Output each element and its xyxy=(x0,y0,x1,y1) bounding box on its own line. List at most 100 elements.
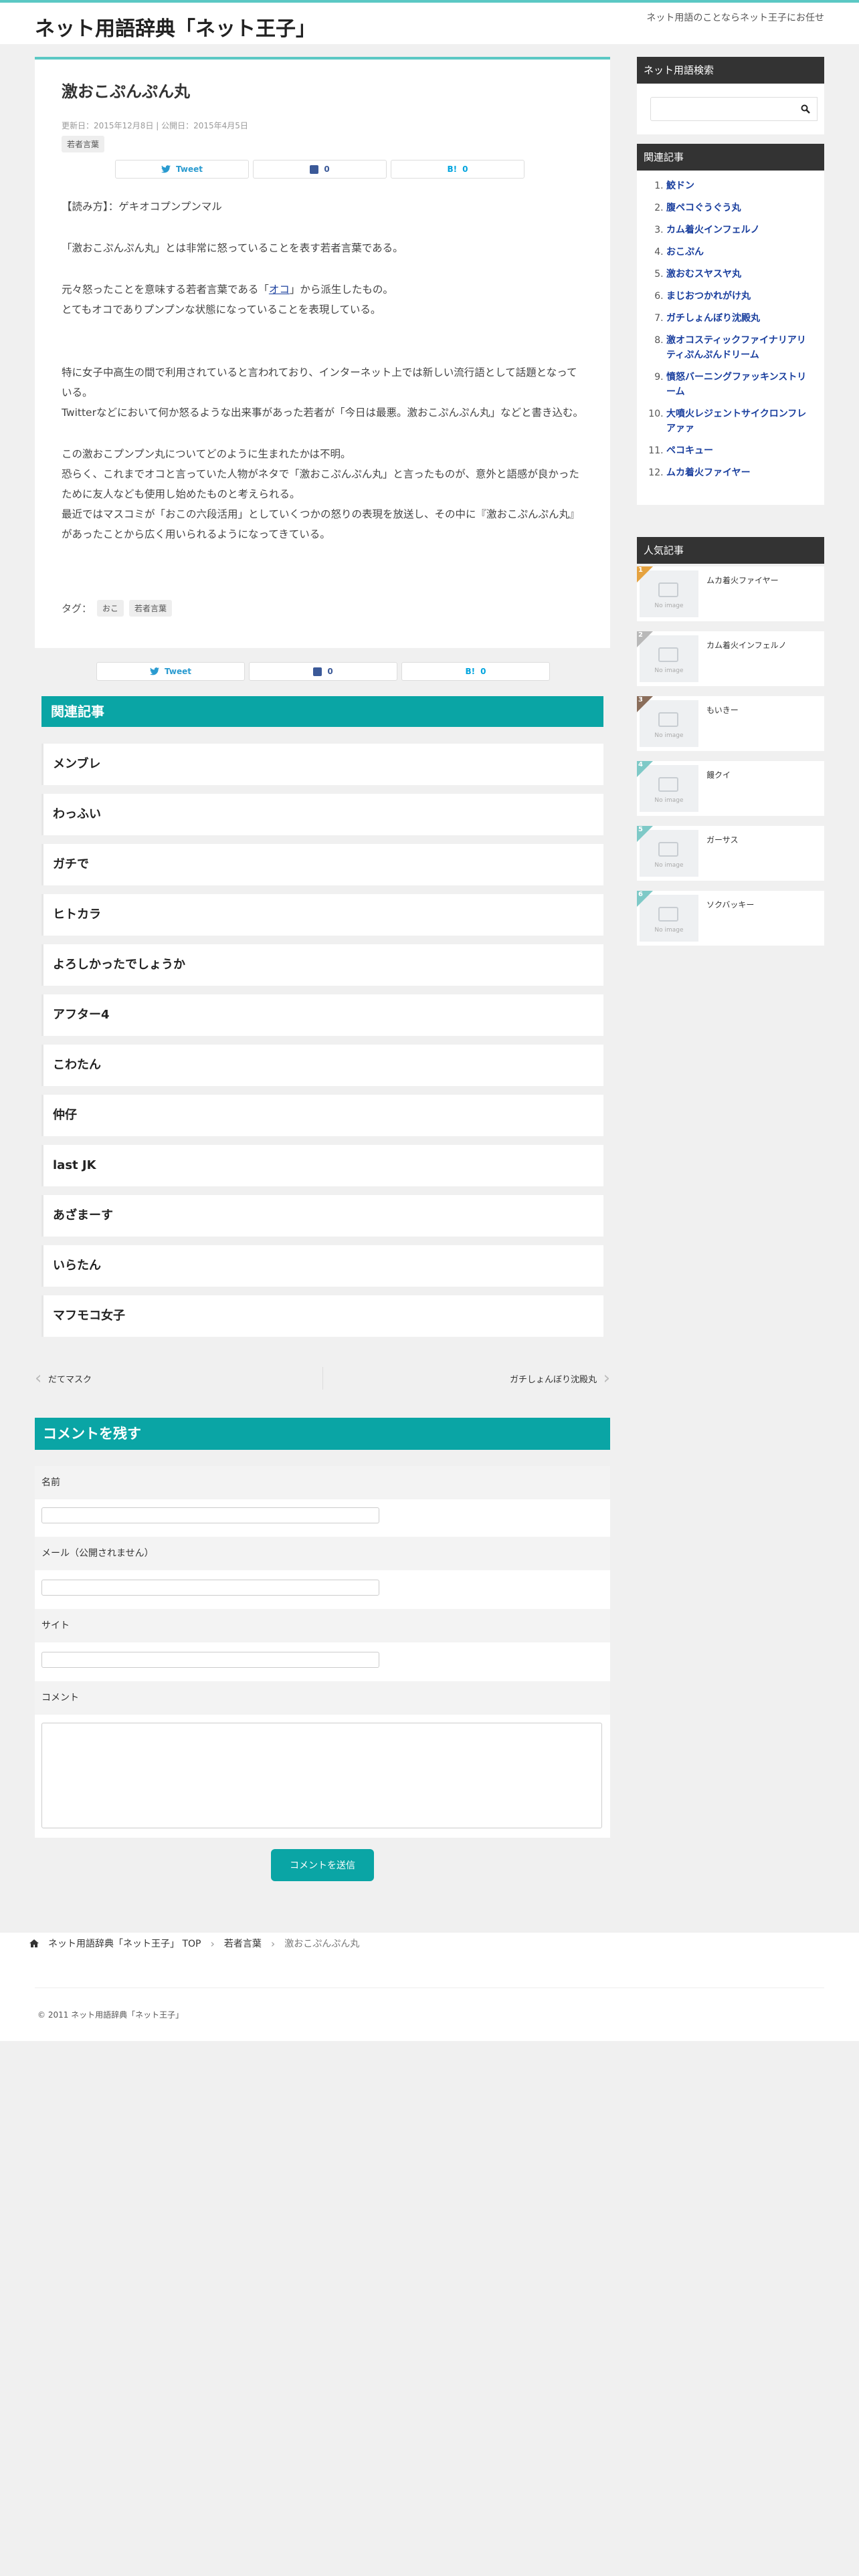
tag-chip[interactable]: 若者言葉 xyxy=(129,600,173,617)
popular-title[interactable]: もいきー xyxy=(706,704,739,716)
keyword-item: ムカ着火ファイヤー xyxy=(666,465,815,480)
keyword-item: 激おむスヤスヤ丸 xyxy=(666,267,815,282)
rank-badge: 1 xyxy=(637,566,653,582)
keyword-link[interactable]: ガチしょんぼり沈殿丸 xyxy=(666,313,760,324)
related-item[interactable]: メンブレ xyxy=(41,744,603,785)
keyword-link[interactable]: 鮫ドン xyxy=(666,181,694,191)
keyword-item: おこぷん xyxy=(666,245,815,259)
keyword-link[interactable]: カム着火インフェルノ xyxy=(666,225,760,235)
submit-comment-button[interactable]: コメントを送信 xyxy=(271,1849,374,1881)
facebook-share-button[interactable]: 0 xyxy=(253,160,387,179)
facebook-count: 0 xyxy=(327,667,333,676)
breadcrumb-category[interactable]: 若者言葉 xyxy=(224,1937,262,1950)
comment-textarea[interactable] xyxy=(41,1723,602,1828)
related-item[interactable]: こわたん xyxy=(41,1045,603,1086)
keyword-link[interactable]: 憤怒バーニングファッキンストリーム xyxy=(666,372,806,397)
keyword-link[interactable]: 激おむスヤスヤ丸 xyxy=(666,269,741,280)
keyword-link[interactable]: まじおつかれがけ丸 xyxy=(666,291,751,302)
popular-heading: 人気記事 xyxy=(637,537,824,564)
facebook-icon xyxy=(310,165,319,174)
popular-item[interactable]: No image 4 饅クイ xyxy=(637,761,824,816)
site-title[interactable]: ネット用語辞典「ネット王子」 xyxy=(35,12,316,41)
popular-item[interactable]: No image 2 カム着火インフェルノ xyxy=(637,631,824,686)
related-item[interactable]: 仲仔 xyxy=(41,1095,603,1136)
next-post-link[interactable]: ガチしょんぼり沈殿丸 xyxy=(510,1372,597,1385)
breadcrumb-home[interactable]: ネット用語辞典「ネット王子」 TOP xyxy=(48,1937,201,1950)
paragraph: 【読み方】：ゲキオコプンプンマル xyxy=(62,201,222,213)
prev-post-link[interactable]: だてマスク xyxy=(48,1372,92,1385)
keyword-item: 憤怒バーニングファッキンストリーム xyxy=(666,370,815,399)
oko-link[interactable]: オコ xyxy=(269,284,290,296)
related-item[interactable]: あざまーす xyxy=(41,1195,603,1237)
popular-title[interactable]: カム着火インフェルノ xyxy=(706,639,787,651)
hatena-count: 0 xyxy=(480,667,486,676)
popular-item[interactable]: No image 5 ガーサス xyxy=(637,826,824,881)
image-icon xyxy=(658,582,678,597)
popular-title[interactable]: ソクバッキー xyxy=(706,899,754,910)
paragraph: 特に女子中高生の間で利用されていると言われており、インターネット上では新しい流行… xyxy=(62,366,577,399)
home-icon xyxy=(29,1939,39,1947)
search-input[interactable] xyxy=(650,97,794,121)
keyword-link[interactable]: ペコキュー xyxy=(666,445,713,456)
related-item[interactable]: ヒトカラ xyxy=(41,894,603,936)
site-input[interactable] xyxy=(41,1652,379,1668)
post-pager: ‹ だてマスク ガチしょんぼり沈殿丸 › xyxy=(35,1364,610,1392)
related-item[interactable]: ガチで xyxy=(41,844,603,885)
tag-chip[interactable]: おこ xyxy=(97,600,124,617)
rank-badge: 4 xyxy=(637,761,653,777)
paragraph: この激おこプンプン丸についてどのように生まれたかは不明。 xyxy=(62,448,351,460)
related-item[interactable]: いらたん xyxy=(41,1245,603,1287)
tweet-label: Tweet xyxy=(176,165,203,174)
keyword-item: ペコキュー xyxy=(666,443,815,458)
image-icon xyxy=(658,712,678,727)
search-button[interactable] xyxy=(793,97,818,121)
popular-title[interactable]: ガーサス xyxy=(706,834,739,845)
related-item[interactable]: よろしかったでしょうか xyxy=(41,944,603,986)
no-image-label: No image xyxy=(654,862,684,869)
image-icon xyxy=(658,907,678,922)
keyword-link[interactable]: 腹ペコぐうぐう丸 xyxy=(666,203,741,213)
popular-title[interactable]: ムカ着火ファイヤー xyxy=(706,574,779,586)
rank-badge: 5 xyxy=(637,826,653,842)
no-image-label: No image xyxy=(654,797,684,804)
tweet-button[interactable]: Tweet xyxy=(96,662,245,681)
paragraph: 最近ではマスコミが「おこの六段活用」としていくつかの怒りの表現を放送し、その中に… xyxy=(62,508,580,540)
hatena-bookmark-button[interactable]: B! 0 xyxy=(401,662,550,681)
search-heading: ネット用語検索 xyxy=(637,57,824,84)
keywords-list: 鮫ドン 腹ペコぐうぐう丸 カム着火インフェルノ おこぷん 激おむスヤスヤ丸 まじ… xyxy=(637,171,824,501)
facebook-count: 0 xyxy=(324,165,330,174)
rank-badge: 2 xyxy=(637,631,653,647)
chevron-right-icon: › xyxy=(603,1368,610,1388)
keyword-item: 腹ペコぐうぐう丸 xyxy=(666,201,815,215)
no-image-label: No image xyxy=(654,667,684,674)
related-item[interactable]: last JK xyxy=(41,1145,603,1186)
popular-item[interactable]: No image 3 もいきー xyxy=(637,696,824,751)
popular-item[interactable]: No image 1 ムカ着火ファイヤー xyxy=(637,566,824,621)
tweet-label: Tweet xyxy=(165,667,191,676)
category-badge[interactable]: 若者言葉 xyxy=(62,136,105,152)
popular-item[interactable]: No image 6 ソクバッキー xyxy=(637,891,824,946)
keyword-item: 大噴火レジェントサイクロンフレアァァ xyxy=(666,407,815,436)
article: 激おこぷんぷん丸 更新日：2015年12月8日 | 公開日：2015年4月5日 … xyxy=(35,57,610,648)
keyword-link[interactable]: 激オコスティックファイナリアリティぷんぷんドリーム xyxy=(666,335,806,360)
image-icon xyxy=(658,842,678,857)
breadcrumb: ネット用語辞典「ネット王子」 TOP › 若者言葉 › 激おこぷんぷん丸 xyxy=(0,1933,859,1954)
popular-title[interactable]: 饅クイ xyxy=(706,769,731,780)
tweet-button[interactable]: Tweet xyxy=(115,160,249,179)
email-input[interactable] xyxy=(41,1580,379,1596)
site-label: サイト xyxy=(35,1609,610,1642)
keyword-link[interactable]: 大噴火レジェントサイクロンフレアァァ xyxy=(666,409,806,434)
related-item[interactable]: わっふい xyxy=(41,794,603,835)
facebook-share-button[interactable]: 0 xyxy=(249,662,397,681)
name-input[interactable] xyxy=(41,1507,379,1523)
keywords-heading: 関連記事 xyxy=(637,144,824,171)
keyword-link[interactable]: おこぷん xyxy=(666,247,704,257)
hatena-bookmark-button[interactable]: B! 0 xyxy=(391,160,524,179)
no-image-label: No image xyxy=(654,732,684,739)
keyword-item: まじおつかれがけ丸 xyxy=(666,289,815,304)
comment-form: 名前 メール（公開されません） サイト コメント xyxy=(35,1466,610,1838)
related-item[interactable]: マフモコ女子 xyxy=(41,1295,603,1337)
keyword-link[interactable]: ムカ着火ファイヤー xyxy=(666,467,751,478)
related-item[interactable]: アフター4 xyxy=(41,994,603,1036)
share-buttons-bottom: Tweet 0 B! 0 xyxy=(96,662,550,681)
